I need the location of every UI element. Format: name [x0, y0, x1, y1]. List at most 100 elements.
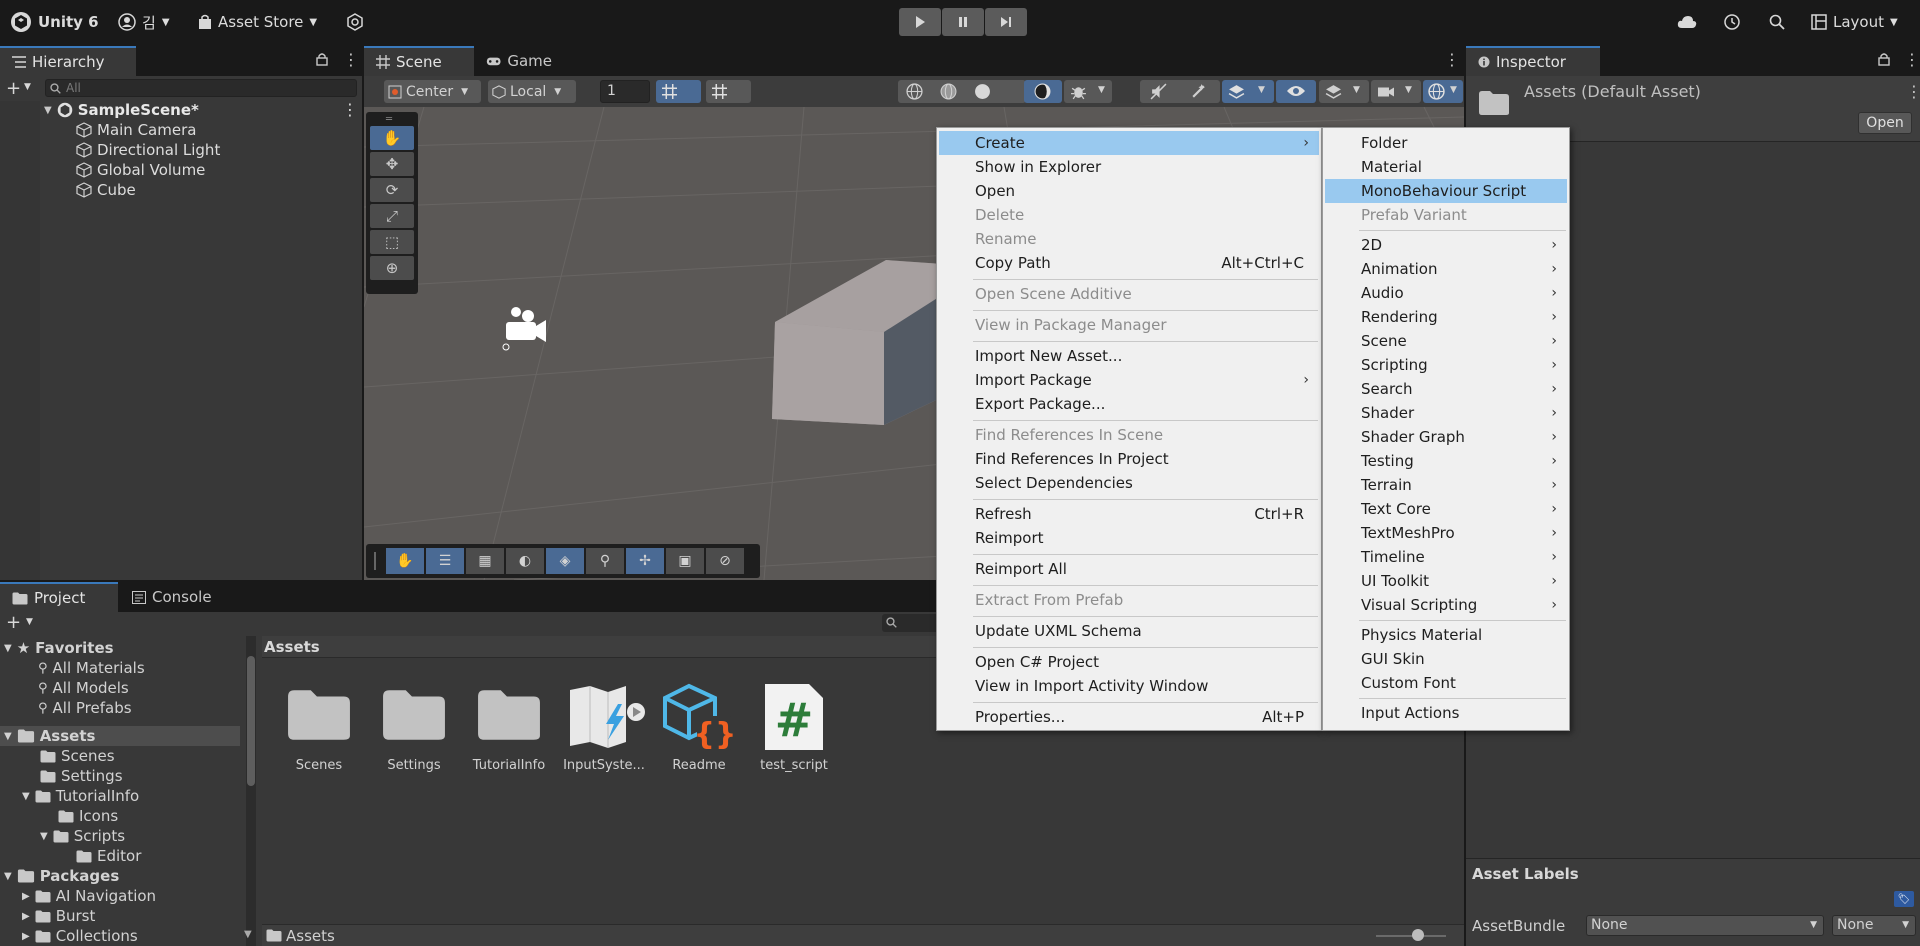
asset-script[interactable]: # test_script	[752, 680, 836, 773]
menu-item-visual-scripting[interactable]: Visual Scripting ›	[1325, 593, 1567, 617]
lock-icon[interactable]	[1878, 52, 1890, 66]
menu-item-custom-font[interactable]: Custom Font	[1325, 671, 1567, 695]
hierarchy-search-input[interactable]: All	[45, 79, 357, 97]
menu-item-animation[interactable]: Animation ›	[1325, 257, 1567, 281]
project-search-input[interactable]	[882, 614, 942, 632]
tag-icon[interactable]: 🏷	[1894, 891, 1914, 907]
menu-item-import-package[interactable]: Import Package ›	[939, 368, 1319, 392]
menu-item-copy-path[interactable]: Copy Path Alt+Ctrl+C	[939, 251, 1319, 275]
menu-item-export-package[interactable]: Export Package...	[939, 392, 1319, 416]
favorites-row[interactable]: ▼ ★ Favorites	[4, 638, 114, 658]
asset-readme[interactable]: {} Readme	[657, 680, 741, 773]
menu-item-shader[interactable]: Shader ›	[1325, 401, 1567, 425]
menu-item-find-references-in-project[interactable]: Find References In Project	[939, 447, 1319, 471]
menu-item-properties[interactable]: Properties... Alt+P	[939, 705, 1319, 729]
more-options-icon[interactable]: ⋮	[342, 100, 358, 119]
asset-folder[interactable]: Scenes	[277, 680, 361, 773]
scale-tool-button[interactable]: ⤢	[370, 204, 414, 228]
step-button[interactable]	[985, 8, 1027, 36]
menu-item-textmeshpro[interactable]: TextMeshPro ›	[1325, 521, 1567, 545]
move-tool-button[interactable]: ✥	[370, 152, 414, 176]
lit-mode-toggle[interactable]	[1024, 80, 1062, 103]
services-button[interactable]	[346, 7, 364, 37]
menu-item-testing[interactable]: Testing ›	[1325, 449, 1567, 473]
more-options-icon[interactable]: ⋮	[1904, 50, 1920, 69]
pivot-dropdown[interactable]: Center ▼	[384, 80, 481, 103]
chevron-down-icon[interactable]: ▼	[24, 82, 31, 92]
menu-item-view-in-import-activity-window[interactable]: View in Import Activity Window	[939, 674, 1319, 698]
menu-item-monobehaviour-script[interactable]: MonoBehaviour Script	[1325, 179, 1567, 203]
menu-item-input-actions[interactable]: Input Actions	[1325, 701, 1567, 725]
transform-tool-button[interactable]: ⊕	[370, 256, 414, 280]
grid-off-icon[interactable]: ▦	[466, 548, 504, 574]
unity-menu[interactable]: Unity 6	[10, 7, 99, 37]
menu-item-timeline[interactable]: Timeline ›	[1325, 545, 1567, 569]
lighting-icon[interactable]: ◐	[506, 548, 544, 574]
gizmos-dropdown[interactable]: ▼	[1423, 80, 1463, 103]
menu-item-open[interactable]: Open	[939, 179, 1319, 203]
menu-item-import-new-asset[interactable]: Import New Asset...	[939, 344, 1319, 368]
asset-store-dropdown[interactable]: Asset Store ▼	[198, 7, 317, 37]
lock-icon[interactable]	[316, 52, 328, 66]
layers-icon[interactable]: ◈	[546, 548, 584, 574]
menu-item-ui-toolkit[interactable]: UI Toolkit ›	[1325, 569, 1567, 593]
search-icon[interactable]: ⚲	[586, 548, 624, 574]
menu-item-delete[interactable]: Delete	[939, 203, 1319, 227]
menu-item-reimport-all[interactable]: Reimport All	[939, 557, 1319, 581]
menu-item-view-in-package-manager[interactable]: View in Package Manager	[939, 313, 1319, 337]
layout-dropdown[interactable]: Layout ▼	[1811, 7, 1898, 37]
play-button[interactable]	[899, 8, 941, 36]
pivot-icon[interactable]: ✢	[626, 548, 664, 574]
more-options-icon[interactable]: ⋮	[1906, 82, 1920, 101]
layers-dropdown[interactable]: ▼	[1319, 80, 1369, 103]
tab-hierarchy[interactable]: Hierarchy	[0, 46, 136, 76]
menu-item-rendering[interactable]: Rendering ›	[1325, 305, 1567, 329]
scrollbar-thumb[interactable]	[247, 656, 255, 786]
tree-folder[interactable]: Settings	[40, 766, 123, 786]
hand-tool-button[interactable]: ✋	[370, 126, 414, 150]
more-options-icon[interactable]: ⋮	[1444, 50, 1460, 69]
grid-snap-toggle[interactable]	[656, 80, 701, 103]
tree-folder[interactable]: ▼ Scripts	[40, 826, 125, 846]
tree-scrollbar[interactable]	[246, 636, 256, 946]
menu-item-scene[interactable]: Scene ›	[1325, 329, 1567, 353]
scene-row[interactable]: ▼ SampleScene* ⋮	[44, 100, 362, 120]
tree-folder[interactable]: Scenes	[40, 746, 115, 766]
sliders-icon[interactable]: ☰	[426, 548, 464, 574]
rotate-tool-button[interactable]: ⟳	[370, 178, 414, 202]
toggles-group[interactable]	[1140, 80, 1220, 103]
hierarchy-item[interactable]: Main Camera	[76, 120, 196, 140]
camera-overlay-icon[interactable]: ▣	[666, 548, 704, 574]
snap-increment-input[interactable]: 1	[600, 80, 650, 103]
packages-row[interactable]: ▼ Packages	[4, 866, 119, 886]
hand-icon[interactable]: ✋	[386, 548, 424, 574]
assetbundle-dropdown[interactable]: None ▼	[1586, 915, 1824, 936]
tab-game[interactable]: Game	[474, 46, 564, 76]
assets-row[interactable]: ▼ Assets	[0, 726, 240, 746]
add-icon[interactable]: +	[6, 78, 21, 99]
menu-item-reimport[interactable]: Reimport	[939, 526, 1319, 550]
pause-button[interactable]	[942, 8, 984, 36]
cloud-button[interactable]	[1677, 7, 1697, 37]
menu-item-prefab-variant[interactable]: Prefab Variant	[1325, 203, 1567, 227]
package-item[interactable]: ▶ AI Navigation	[22, 886, 156, 906]
asset-input-system[interactable]: InputSyste...	[562, 680, 646, 773]
zoom-slider[interactable]	[1376, 935, 1446, 937]
hierarchy-item[interactable]: Global Volume	[76, 160, 205, 180]
history-button[interactable]	[1723, 7, 1741, 37]
scene-visibility-dropdown[interactable]: ▼	[1222, 80, 1274, 103]
menu-item-create[interactable]: Create ›	[939, 131, 1319, 155]
grid-visibility-toggle[interactable]	[706, 80, 751, 103]
draw-mode-toolbar[interactable]	[898, 80, 1026, 103]
camera-gizmo-icon[interactable]	[496, 302, 552, 352]
chevron-down-icon[interactable]: ▼	[26, 617, 33, 627]
package-item[interactable]: ▶ Collections	[22, 926, 138, 946]
menu-item-search[interactable]: Search ›	[1325, 377, 1567, 401]
tab-inspector[interactable]: Inspector	[1466, 46, 1600, 76]
asset-folder[interactable]: TutorialInfo	[467, 680, 551, 773]
compass-icon[interactable]: ⊘	[706, 548, 744, 574]
menu-item-select-dependencies[interactable]: Select Dependencies	[939, 471, 1319, 495]
favorite-item[interactable]: ⚲ All Models	[38, 678, 129, 698]
menu-item-show-in-explorer[interactable]: Show in Explorer	[939, 155, 1319, 179]
menu-item-update-uxml-schema[interactable]: Update UXML Schema	[939, 619, 1319, 643]
